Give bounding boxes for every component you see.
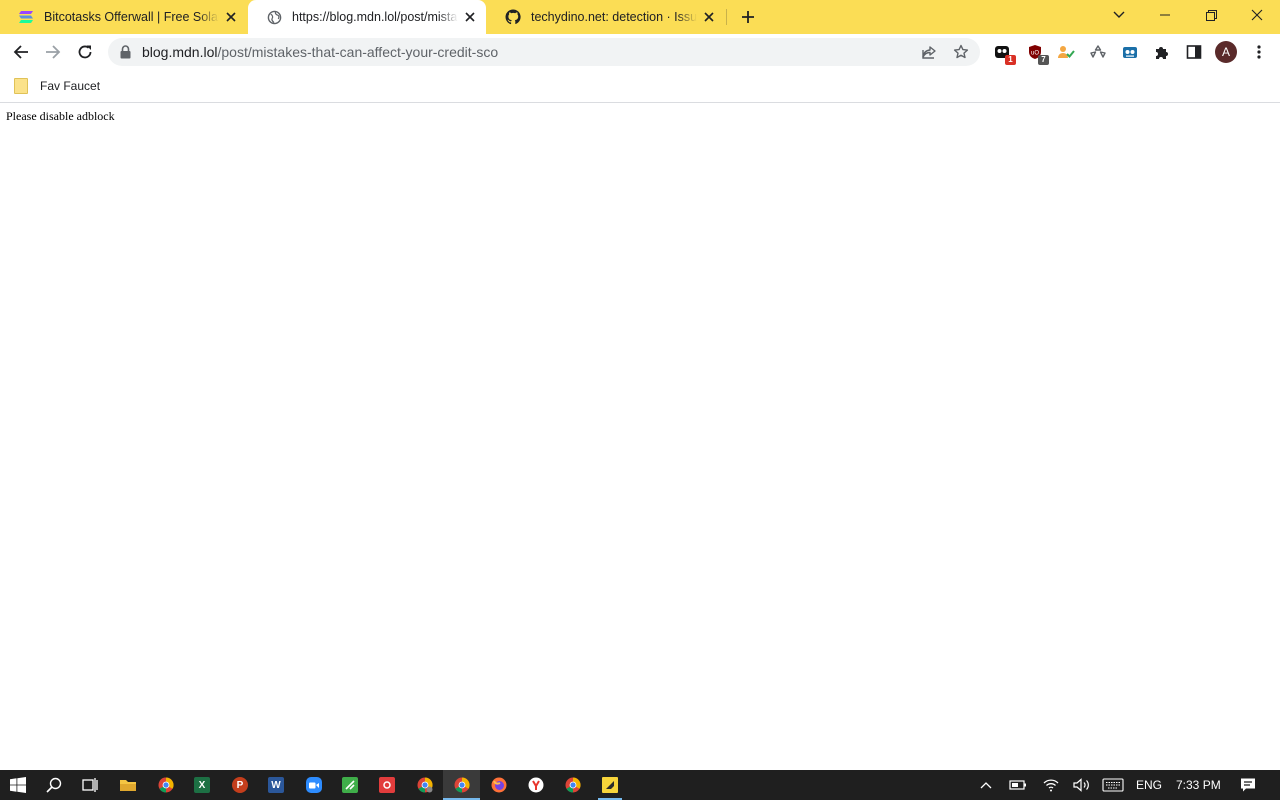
tab-title: Bitcotasks Offerwall | Free Solana (44, 10, 219, 24)
browser-toolbar: blog.mdn.lol/post/mistakes-that-can-affe… (0, 34, 1280, 70)
clock[interactable]: 7:33 PM (1176, 778, 1221, 792)
adblock-message: Please disable adblock (6, 109, 115, 123)
tab-bitcotasks[interactable]: Bitcotasks Offerwall | Free Solana (0, 0, 247, 34)
chrome-menu-icon[interactable] (1248, 41, 1270, 63)
side-panel-icon[interactable] (1183, 41, 1205, 63)
person-check-extension-icon[interactable] (1055, 41, 1077, 63)
tab-title: techydino.net: detection · Issue # (531, 10, 697, 24)
chrome-profile-icon[interactable] (413, 773, 437, 797)
extension-badge: 1 (1005, 55, 1016, 65)
firefox-icon[interactable] (487, 773, 511, 797)
excel-icon[interactable]: X (190, 773, 214, 797)
url-path: /post/mistakes-that-can-affect-your-cred… (217, 44, 499, 60)
robot-extension-icon[interactable] (1119, 41, 1141, 63)
extension-badge: 7 (1038, 55, 1049, 65)
profile-avatar[interactable]: A (1215, 41, 1237, 63)
yandex-browser-icon[interactable] (524, 773, 548, 797)
minimize-button[interactable] (1142, 0, 1188, 30)
new-tab-button[interactable] (737, 6, 759, 28)
recycle-extension-icon[interactable] (1087, 41, 1109, 63)
word-icon[interactable]: W (264, 773, 288, 797)
chevron-up-icon[interactable] (974, 773, 998, 797)
close-tab-icon[interactable] (462, 9, 478, 25)
chrome-secondary-icon[interactable] (561, 773, 585, 797)
close-tab-icon[interactable] (701, 9, 717, 25)
reload-button[interactable] (70, 37, 100, 67)
ublock-origin-icon[interactable]: uO 7 (1024, 41, 1049, 65)
battery-icon[interactable] (1006, 773, 1030, 797)
tab-separator (726, 9, 727, 25)
share-icon[interactable] (920, 43, 938, 61)
url-text: blog.mdn.lol/post/mistakes-that-can-affe… (142, 44, 498, 60)
tab-strip: Bitcotasks Offerwall | Free Solana https… (0, 0, 1280, 34)
solana-icon (18, 9, 34, 25)
tab-blog-mdn[interactable]: https://blog.mdn.lol/post/mistakes-that-… (248, 0, 486, 34)
tab-github-issue[interactable]: techydino.net: detection · Issue # (487, 0, 725, 34)
address-bar[interactable]: blog.mdn.lol/post/mistakes-that-can-affe… (108, 38, 980, 66)
extension-one-icon[interactable]: 1 (991, 41, 1016, 65)
windows-taskbar: X P W ENG 7:33 PM (0, 770, 1280, 800)
back-button[interactable] (6, 37, 36, 67)
volume-icon[interactable] (1070, 773, 1094, 797)
zoom-icon[interactable] (302, 773, 326, 797)
tab-title: https://blog.mdn.lol/post/mistakes-that-… (292, 10, 458, 24)
windows-start-icon[interactable] (6, 773, 30, 797)
extensions-puzzle-icon[interactable] (1151, 41, 1173, 63)
close-tab-icon[interactable] (223, 9, 239, 25)
github-icon (505, 9, 521, 25)
restore-button[interactable] (1188, 0, 1234, 30)
bookmarks-bar: Fav Faucet (0, 70, 1280, 103)
forward-button[interactable] (38, 37, 68, 67)
file-explorer-icon[interactable] (116, 773, 140, 797)
search-icon[interactable] (42, 773, 66, 797)
chrome-icon[interactable] (154, 773, 178, 797)
bookmark-star-icon[interactable] (952, 43, 970, 61)
camera-app-icon[interactable] (375, 773, 399, 797)
keyboard-icon[interactable] (1101, 773, 1125, 797)
tab-search-button[interactable] (1096, 0, 1142, 30)
language-indicator[interactable]: ENG (1136, 778, 1162, 792)
chrome-active-icon[interactable] (450, 773, 474, 797)
notifications-icon[interactable] (1236, 773, 1260, 797)
folder-icon (14, 78, 28, 94)
bookmark-label: Fav Faucet (40, 79, 101, 93)
app-green-icon[interactable] (338, 773, 362, 797)
url-host: blog.mdn.lol (142, 44, 218, 60)
powerpoint-icon[interactable]: P (228, 773, 252, 797)
sticky-notes-icon[interactable] (598, 773, 622, 797)
lock-icon[interactable] (120, 45, 131, 64)
globe-icon (266, 9, 282, 25)
task-view-icon[interactable] (78, 773, 102, 797)
bookmark-fav-faucet[interactable]: Fav Faucet (14, 76, 100, 96)
page-content: Please disable adblock (0, 103, 1280, 770)
close-window-button[interactable] (1234, 0, 1280, 30)
wifi-icon[interactable] (1039, 773, 1063, 797)
